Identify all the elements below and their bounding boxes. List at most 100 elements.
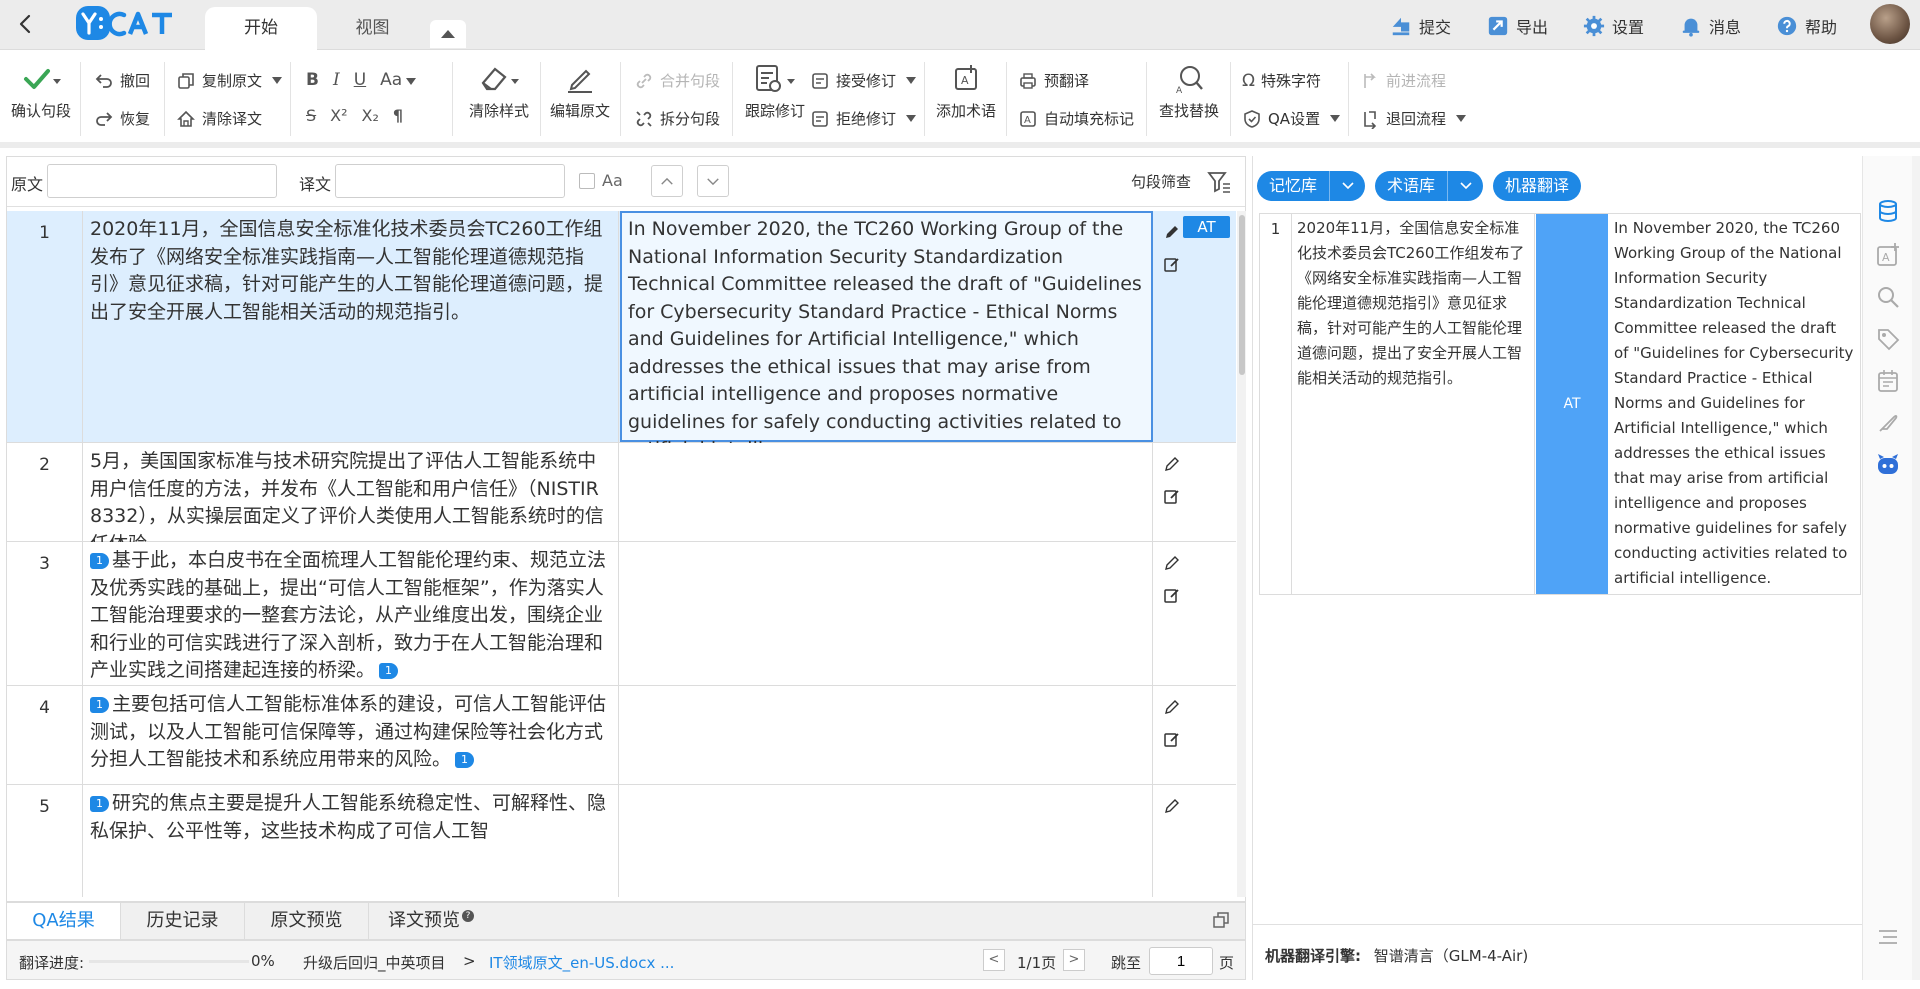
inline-tag-close[interactable]: 1 <box>455 752 475 768</box>
note-edit-icon[interactable] <box>1163 730 1181 748</box>
segment-row[interactable]: 5 1 研究的焦点主要是提升人工智能系统稳定性、可解释性、隐私保护、公平性等，这些… <box>7 785 1236 897</box>
note-edit-icon[interactable] <box>1163 487 1181 505</box>
collapse-toolbar-button[interactable] <box>430 20 466 48</box>
text-format-group-2: S X² X₂ ¶ <box>306 106 403 125</box>
feather-icon[interactable] <box>1875 410 1901 436</box>
machine-translation-button[interactable]: 机器翻译 <box>1493 171 1582 201</box>
settings-button[interactable]: 设置 <box>1583 14 1644 38</box>
segment-target-editor[interactable] <box>620 443 1153 541</box>
file-breadcrumb[interactable]: IT领域原文_en-US.docx ... <box>489 952 674 973</box>
memory-dropdown[interactable]: 记忆库 <box>1257 171 1366 201</box>
back-arrow-icon[interactable] <box>14 12 38 36</box>
segment-target-editor[interactable] <box>620 785 1153 897</box>
redo-button[interactable]: 恢复 <box>94 108 150 129</box>
tab-view[interactable]: 视图 <box>335 7 410 50</box>
chevron-down-icon[interactable] <box>1447 171 1483 201</box>
segment-row[interactable]: 2 5月，美国国家标准与技术研究院提出了评估人工智能系统中用户信任度的方法，并发… <box>7 443 1236 555</box>
undo-button[interactable]: 撤回 <box>94 70 150 91</box>
project-breadcrumb[interactable]: 升级后回归_中英项目 <box>303 952 446 973</box>
inline-tag-close[interactable]: 1 <box>379 663 399 679</box>
segment-target-editor[interactable]: In November 2020, the TC260 Working Grou… <box>620 211 1153 460</box>
calendar-icon[interactable] <box>1875 368 1901 394</box>
clear-target-button[interactable]: 清除译文 <box>176 108 262 129</box>
target-filter-input[interactable] <box>335 164 565 198</box>
reject-changes-button[interactable]: 拒绝修订 <box>810 108 917 129</box>
tab-qa-results[interactable]: QA结果 <box>7 903 121 939</box>
dropdown-caret-icon[interactable] <box>1456 115 1467 122</box>
tm-match-row[interactable]: 1 2020年11月，全国信息安全标准化技术委员会TC260工作组发布了《网络安… <box>1259 213 1861 595</box>
tag-icon[interactable] <box>1875 326 1901 352</box>
confirm-segment-button[interactable]: 确认句段 <box>8 58 74 121</box>
case-sensitive-checkbox[interactable] <box>579 173 595 189</box>
autofill-tags-button[interactable]: A 自动填充标记 <box>1018 108 1134 129</box>
copy-source-button[interactable]: 复制原文 <box>176 70 283 91</box>
note-edit-icon[interactable] <box>1163 255 1181 273</box>
segment-scrollbar-thumb[interactable] <box>1239 215 1245 375</box>
prev-match-button[interactable] <box>651 165 683 197</box>
tab-history[interactable]: 历史记录 <box>121 903 245 939</box>
segment-row[interactable]: 3 1 基于此，本白皮书在全面梳理人工智能伦理约束、规范立法及优秀实践的基础上，提… <box>7 542 1236 686</box>
strikethrough-button[interactable]: S <box>306 106 316 125</box>
superscript-button[interactable]: X² <box>330 106 347 125</box>
forward-flow-button[interactable]: 前进流程 <box>1360 70 1446 91</box>
user-avatar[interactable] <box>1870 4 1910 44</box>
pencil-icon[interactable] <box>1163 455 1181 473</box>
tab-source-preview[interactable]: 原文预览 <box>245 903 369 939</box>
tab-start[interactable]: 开始 <box>205 7 317 50</box>
source-filter-input[interactable] <box>47 164 277 198</box>
inline-tag-open[interactable]: 1 <box>90 697 109 713</box>
italic-button[interactable]: I <box>333 70 340 90</box>
dropdown-caret-icon[interactable] <box>906 115 917 122</box>
segment-target-editor[interactable] <box>620 686 1153 784</box>
special-char-button[interactable]: Ω 特殊字符 <box>1242 70 1321 91</box>
segment-row[interactable]: 1 2020年11月，全国信息安全标准化技术委员会TC260工作组发布了《网络安… <box>7 211 1236 460</box>
page-goto-input[interactable] <box>1149 947 1213 975</box>
pencil-icon[interactable] <box>1163 223 1181 241</box>
subscript-button[interactable]: X₂ <box>362 106 379 125</box>
split-segment-button[interactable]: 拆分句段 <box>634 108 720 129</box>
bold-button[interactable]: B <box>306 70 319 90</box>
database-icon[interactable] <box>1875 198 1901 224</box>
next-page-button[interactable]: > <box>1063 949 1085 971</box>
segment-row[interactable]: 4 1 主要包括可信人工智能标准体系的建设，可信人工智能评估测试，以及人工智能可信… <box>7 686 1236 785</box>
track-changes-button[interactable]: 跟踪修订 <box>740 58 810 121</box>
tab-target-preview[interactable]: 译文预览? <box>369 903 493 939</box>
return-flow-button[interactable]: 退回流程 <box>1360 108 1467 129</box>
submit-button[interactable]: 提交 <box>1390 14 1451 38</box>
pencil-icon[interactable] <box>1163 554 1181 572</box>
pencil-icon[interactable] <box>1163 797 1181 815</box>
pencil-icon[interactable] <box>1163 698 1181 716</box>
inline-tag-open[interactable]: 1 <box>90 553 109 569</box>
pretranslate-button[interactable]: 预翻译 <box>1018 70 1089 91</box>
dropdown-caret-icon[interactable] <box>272 77 283 84</box>
chevron-down-icon[interactable] <box>1329 171 1365 201</box>
find-replace-button[interactable]: A 查找替换 <box>1152 58 1226 121</box>
export-button[interactable]: 导出 <box>1487 14 1548 38</box>
dropdown-caret-icon[interactable] <box>906 77 917 84</box>
accept-changes-button[interactable]: 接受修订 <box>810 70 917 91</box>
filter-icon[interactable] <box>1207 170 1231 194</box>
dropdown-caret-icon[interactable] <box>1330 115 1341 122</box>
note-edit-icon[interactable] <box>1163 586 1181 604</box>
clear-style-button[interactable]: 清除样式 <box>462 58 536 121</box>
qa-settings-button[interactable]: QA设置 <box>1242 108 1341 129</box>
ai-robot-icon[interactable] <box>1875 452 1901 478</box>
search-icon[interactable] <box>1875 284 1901 310</box>
next-match-button[interactable] <box>697 165 729 197</box>
paragraph-mark-button[interactable]: ¶ <box>393 106 403 125</box>
add-term-button[interactable]: A 添加术语 <box>930 58 1002 121</box>
segment-target-editor[interactable] <box>620 542 1153 685</box>
edit-source-button[interactable]: 编辑原文 <box>546 58 614 121</box>
help-button[interactable]: 帮助 <box>1776 14 1837 38</box>
prev-page-button[interactable]: < <box>983 949 1005 971</box>
maximize-icon[interactable] <box>1213 912 1229 928</box>
messages-button[interactable]: 消息 <box>1680 14 1741 38</box>
termbase-dropdown[interactable]: 术语库 <box>1375 171 1484 201</box>
font-case-button[interactable]: Aa <box>380 70 417 90</box>
term-add-icon[interactable]: A <box>1875 242 1901 268</box>
inline-tag-open[interactable]: 1 <box>90 796 109 812</box>
page-scrollbar[interactable] <box>1912 156 1920 980</box>
underline-button[interactable]: U <box>354 70 366 90</box>
merge-segment-button[interactable]: 合并句段 <box>634 70 720 91</box>
panel-menu-icon[interactable] <box>1875 924 1901 950</box>
